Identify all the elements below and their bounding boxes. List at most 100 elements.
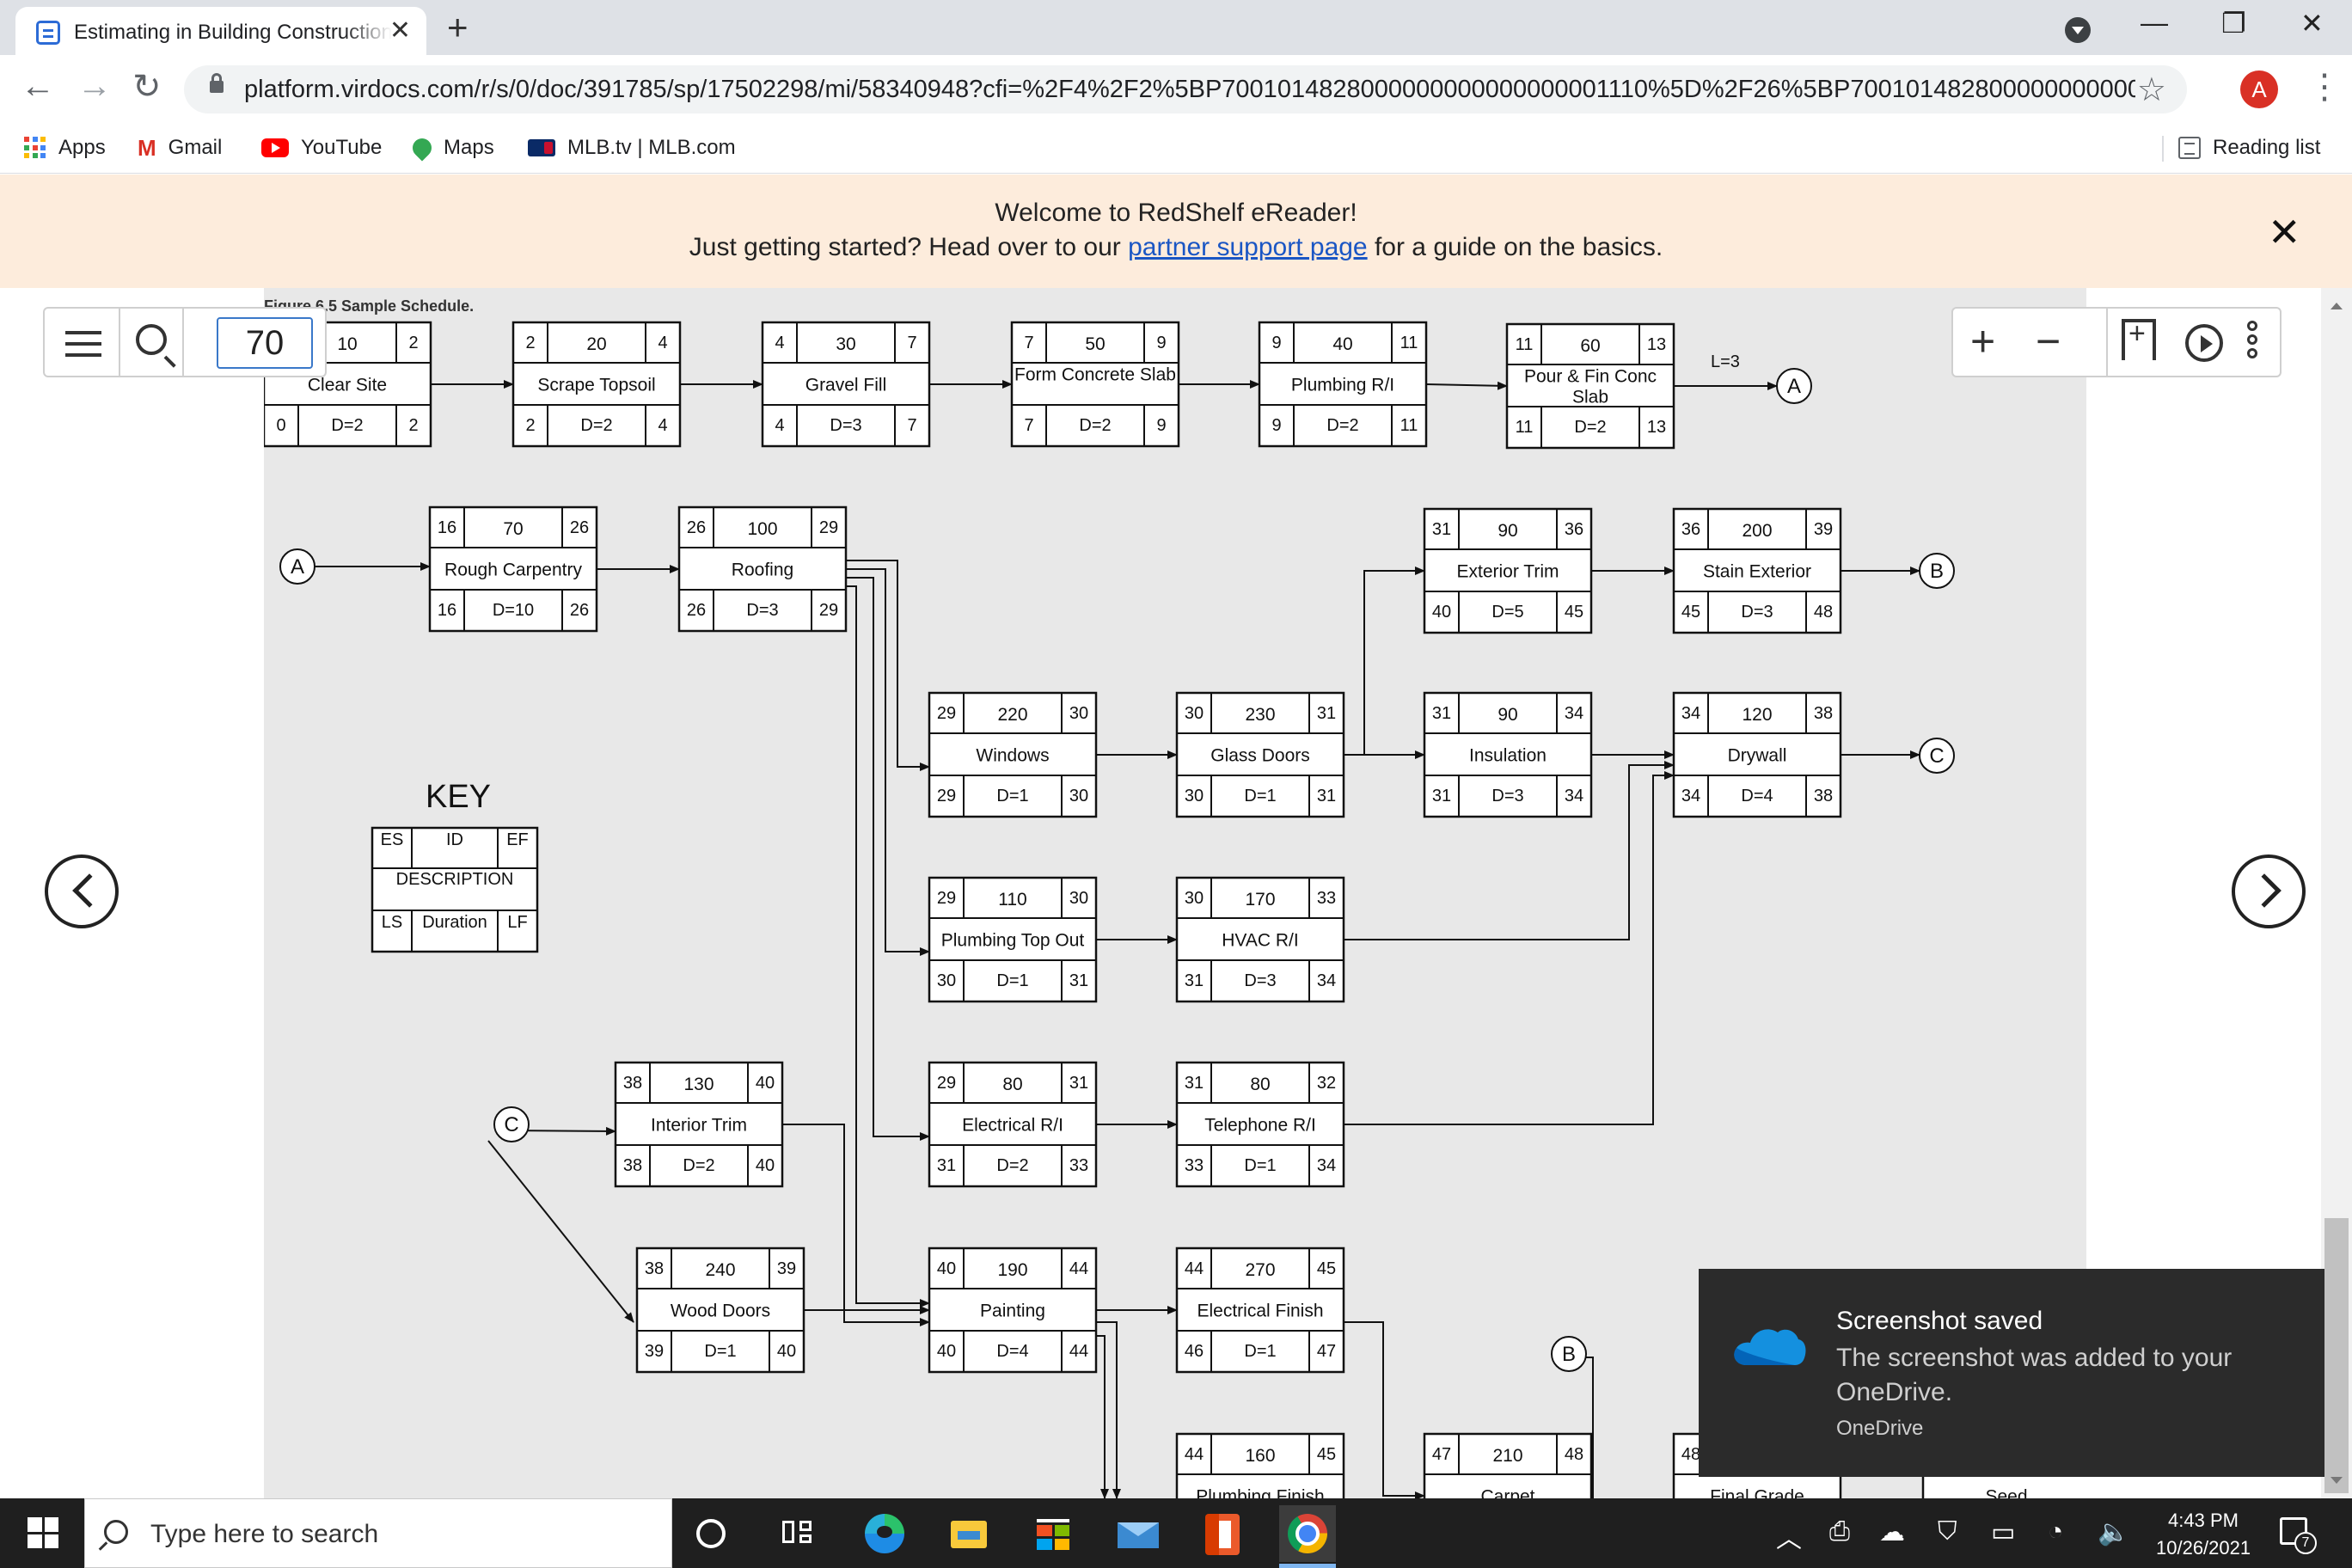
- next-page-button[interactable]: [2232, 854, 2306, 928]
- dependency-arrow: [1344, 1321, 1425, 1498]
- taskbar-search-placeholder: Type here to search: [150, 1520, 379, 1548]
- scroll-up-icon[interactable]: [2331, 297, 2343, 309]
- more-options-icon[interactable]: [2245, 319, 2259, 367]
- file-explorer-icon[interactable]: [951, 1521, 987, 1548]
- key-desc: DESCRIPTION: [396, 870, 514, 889]
- tab-search-icon[interactable]: [2065, 17, 2091, 43]
- bookmark-label: Maps: [444, 136, 494, 159]
- activity-node-scrape-topsoil: 2 20 4 Scrape Topsoil 2 D=2 4: [511, 321, 682, 448]
- activity-id: 110: [998, 890, 1026, 910]
- bookmark-apps[interactable]: Apps: [24, 131, 106, 165]
- meet-now-icon[interactable]: ⎙: [1829, 1517, 1850, 1547]
- early-finish: 39: [1814, 520, 1833, 539]
- document-favicon-icon: [36, 21, 60, 45]
- taskbar-search-box[interactable]: Type here to search: [84, 1498, 672, 1568]
- task-view-icon[interactable]: [782, 1517, 815, 1548]
- security-tray-icon[interactable]: ⛉: [1938, 1517, 1957, 1547]
- forward-arrow-icon[interactable]: →: [77, 67, 112, 106]
- activity-description: Telephone R/I: [1204, 1116, 1316, 1136]
- active-tab[interactable]: Estimating in Building Construction ✕: [15, 7, 426, 55]
- early-finish: 34: [1565, 704, 1583, 723]
- restore-icon[interactable]: ❐: [2221, 7, 2246, 40]
- activity-duration: D=4: [996, 1342, 1028, 1361]
- banner-close-icon[interactable]: ✕: [2268, 209, 2301, 255]
- early-start: 30: [1185, 704, 1204, 723]
- add-bookmark-icon[interactable]: [2122, 317, 2156, 360]
- back-arrow-icon[interactable]: ←: [21, 67, 55, 106]
- activity-node-form-concrete-slab: 7 50 9 Form Concrete Slab 7 D=2 9: [1010, 321, 1180, 448]
- zoom-in-icon[interactable]: +: [1970, 317, 1995, 365]
- minimize-icon[interactable]: —: [2141, 7, 2168, 39]
- early-start: 9: [1271, 334, 1281, 352]
- activity-duration: D=1: [996, 971, 1028, 990]
- bookmarks-divider: [2162, 136, 2164, 162]
- early-finish: 13: [1647, 335, 1666, 354]
- activity-description: Electrical Finish: [1197, 1302, 1323, 1321]
- battery-icon[interactable]: ▭: [1991, 1517, 2015, 1547]
- office-icon[interactable]: [1205, 1514, 1240, 1555]
- activity-description: Form Concrete Slab: [1014, 365, 1176, 385]
- bookmark-youtube[interactable]: YouTube: [261, 131, 382, 165]
- activity-id: 160: [1245, 1446, 1275, 1466]
- reload-icon[interactable]: ↻: [132, 67, 162, 107]
- key-ef: EF: [506, 830, 529, 849]
- show-hidden-icons-icon[interactable]: ︿: [1776, 1517, 1802, 1555]
- search-icon[interactable]: [136, 324, 167, 355]
- activity-description: Wood Doors: [671, 1302, 770, 1321]
- wifi-icon[interactable]: ◔: [2048, 1517, 2063, 1547]
- microsoft-store-icon[interactable]: [1037, 1519, 1069, 1550]
- activity-id: 90: [1498, 521, 1517, 541]
- early-start: 38: [623, 1074, 642, 1093]
- late-finish: 48: [1814, 603, 1833, 622]
- early-finish: 4: [658, 334, 667, 352]
- activity-duration: D=2: [1326, 416, 1358, 435]
- onedrive-tray-icon[interactable]: ☁: [1879, 1517, 1905, 1547]
- browser-menu-icon[interactable]: ⋮: [2307, 67, 2342, 107]
- activity-id: 120: [1742, 705, 1772, 725]
- bookmark-maps[interactable]: Maps: [408, 131, 494, 165]
- late-finish: 34: [1565, 787, 1583, 805]
- reading-list-button[interactable]: Reading list: [2178, 131, 2320, 165]
- previous-page-button[interactable]: [45, 854, 119, 928]
- zoom-out-icon[interactable]: −: [2036, 317, 2061, 365]
- activity-id: 60: [1580, 336, 1600, 356]
- notification-center-icon[interactable]: 7: [2280, 1517, 2317, 1554]
- mail-icon[interactable]: [1118, 1522, 1159, 1548]
- new-tab-icon[interactable]: +: [447, 7, 469, 48]
- profile-avatar[interactable]: A: [2240, 70, 2278, 108]
- scroll-down-icon[interactable]: [2331, 1477, 2343, 1490]
- bookmark-mlb[interactable]: MLB.tv | MLB.com: [528, 131, 736, 165]
- address-bar[interactable]: platform.virdocs.com/r/s/0/doc/391785/sp…: [184, 65, 2187, 113]
- screenshot-toast[interactable]: Screenshot saved The screenshot was adde…: [1699, 1269, 2324, 1477]
- volume-icon[interactable]: 🔈: [2098, 1517, 2129, 1547]
- windows-start-icon[interactable]: [28, 1517, 58, 1548]
- system-clock[interactable]: 4:43 PM 10/26/2021: [2156, 1507, 2251, 1562]
- scroll-thumb[interactable]: [2324, 1218, 2349, 1493]
- early-start: 11: [1516, 335, 1534, 354]
- early-finish: 48: [1565, 1445, 1583, 1464]
- page-scrollbar[interactable]: [2321, 288, 2352, 1498]
- activity-node-plumbing-top-out: 29 110 30 Plumbing Top Out 30 D=1 31: [928, 876, 1098, 1003]
- edge-browser-icon[interactable]: [865, 1514, 904, 1553]
- bookmark-star-icon[interactable]: ☆: [2137, 70, 2166, 109]
- bookmark-gmail[interactable]: M Gmail: [138, 131, 222, 165]
- partner-support-link[interactable]: partner support page: [1128, 233, 1368, 261]
- bookmark-label: YouTube: [301, 136, 383, 159]
- connector-B-icon: B: [1551, 1336, 1587, 1372]
- toast-body: The screenshot was added to your OneDriv…: [1836, 1344, 2233, 1406]
- play-audio-icon[interactable]: [2185, 324, 2223, 362]
- url-text[interactable]: platform.virdocs.com/r/s/0/doc/391785/sp…: [244, 76, 2135, 104]
- menu-icon[interactable]: [65, 331, 101, 357]
- lock-icon[interactable]: [210, 73, 224, 93]
- close-tab-icon[interactable]: ✕: [389, 15, 411, 46]
- activity-duration: D=3: [830, 416, 861, 435]
- window-close-icon[interactable]: ✕: [2300, 7, 2324, 40]
- cortana-icon[interactable]: [696, 1519, 726, 1548]
- activity-duration: D=2: [1079, 416, 1111, 435]
- activity-id: 200: [1742, 521, 1772, 541]
- activity-duration: D=2: [1574, 418, 1606, 437]
- page-number-input[interactable]: [217, 317, 313, 369]
- activity-node-interior-trim: 38 130 40 Interior Trim 38 D=2 40: [614, 1061, 784, 1188]
- chrome-taskbar-icon[interactable]: [1279, 1505, 1336, 1562]
- activity-node-glass-doors: 30 230 31 Glass Doors 30 D=1 31: [1175, 691, 1345, 818]
